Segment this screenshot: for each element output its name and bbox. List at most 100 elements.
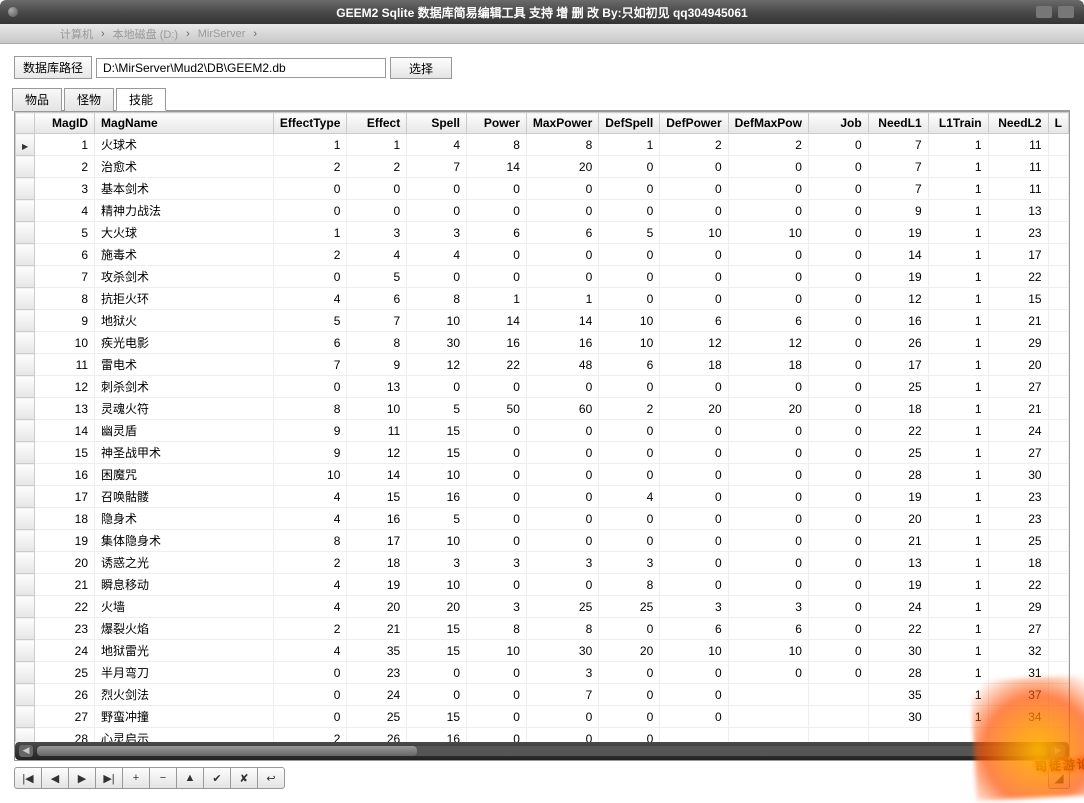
cell-power[interactable]: 0 bbox=[467, 486, 527, 508]
cell-defspell[interactable]: 0 bbox=[599, 156, 660, 178]
cell-maxpower[interactable]: 0 bbox=[526, 486, 598, 508]
cell-magid[interactable]: 20 bbox=[35, 552, 95, 574]
cell-effecttype[interactable]: 0 bbox=[273, 178, 346, 200]
table-row[interactable]: 15神圣战甲术9121500000025127 bbox=[16, 442, 1069, 464]
cell-effecttype[interactable]: 4 bbox=[273, 486, 346, 508]
cell-maxpower[interactable]: 20 bbox=[526, 156, 598, 178]
cell-defmaxpow[interactable] bbox=[728, 684, 808, 706]
cell-spell[interactable]: 3 bbox=[407, 552, 467, 574]
cell-defpower[interactable]: 10 bbox=[660, 222, 728, 244]
cell-defpower[interactable]: 0 bbox=[660, 662, 728, 684]
cell-spell[interactable]: 15 bbox=[407, 442, 467, 464]
cell-defspell[interactable]: 1 bbox=[599, 134, 660, 156]
cell-l1train[interactable]: 1 bbox=[928, 486, 988, 508]
cell-power[interactable]: 0 bbox=[467, 684, 527, 706]
row-indicator[interactable] bbox=[16, 288, 35, 310]
column-header-spell[interactable]: Spell bbox=[407, 113, 467, 134]
cell-needl1[interactable]: 26 bbox=[868, 332, 928, 354]
table-row[interactable]: 8抗拒火环46811000012115 bbox=[16, 288, 1069, 310]
column-header-needl1[interactable]: NeedL1 bbox=[868, 113, 928, 134]
cell-l[interactable] bbox=[1048, 574, 1068, 596]
cell-magname[interactable]: 精神力战法 bbox=[95, 200, 274, 222]
row-indicator[interactable] bbox=[16, 640, 35, 662]
scrollbar-thumb[interactable] bbox=[37, 746, 417, 756]
cell-magname[interactable]: 施毒术 bbox=[95, 244, 274, 266]
cell-spell[interactable]: 16 bbox=[407, 486, 467, 508]
cell-l1train[interactable]: 1 bbox=[928, 420, 988, 442]
cell-power[interactable]: 0 bbox=[467, 574, 527, 596]
cell-power[interactable]: 3 bbox=[467, 596, 527, 618]
cell-magid[interactable]: 5 bbox=[35, 222, 95, 244]
cell-defmaxpow[interactable]: 0 bbox=[728, 376, 808, 398]
cell-effecttype[interactable]: 10 bbox=[273, 464, 346, 486]
cell-needl1[interactable]: 19 bbox=[868, 574, 928, 596]
cell-defmaxpow[interactable]: 0 bbox=[728, 442, 808, 464]
cell-effecttype[interactable]: 4 bbox=[273, 288, 346, 310]
cell-job[interactable]: 0 bbox=[808, 178, 868, 200]
cell-effecttype[interactable]: 0 bbox=[273, 266, 346, 288]
cell-needl2[interactable]: 23 bbox=[988, 486, 1048, 508]
cell-l[interactable] bbox=[1048, 486, 1068, 508]
table-row[interactable]: 13灵魂火符8105506022020018121 bbox=[16, 398, 1069, 420]
table-row[interactable]: 7攻杀剑术05000000019122 bbox=[16, 266, 1069, 288]
cell-job[interactable]: 0 bbox=[808, 244, 868, 266]
cell-defmaxpow[interactable]: 0 bbox=[728, 420, 808, 442]
cell-needl1[interactable]: 19 bbox=[868, 266, 928, 288]
cell-needl1[interactable]: 16 bbox=[868, 310, 928, 332]
cell-magname[interactable]: 野蛮冲撞 bbox=[95, 706, 274, 728]
cell-needl1[interactable]: 12 bbox=[868, 288, 928, 310]
cell-magname[interactable]: 地狱火 bbox=[95, 310, 274, 332]
cell-spell[interactable]: 12 bbox=[407, 354, 467, 376]
cell-job[interactable]: 0 bbox=[808, 398, 868, 420]
cell-needl1[interactable]: 7 bbox=[868, 178, 928, 200]
cell-defmaxpow[interactable]: 3 bbox=[728, 596, 808, 618]
table-row[interactable]: 12刺杀剑术013000000025127 bbox=[16, 376, 1069, 398]
cell-effecttype[interactable]: 2 bbox=[273, 244, 346, 266]
cell-magid[interactable]: 23 bbox=[35, 618, 95, 640]
cell-magname[interactable]: 神圣战甲术 bbox=[95, 442, 274, 464]
cell-magid[interactable]: 4 bbox=[35, 200, 95, 222]
cell-l1train[interactable]: 1 bbox=[928, 530, 988, 552]
cell-defpower[interactable]: 0 bbox=[660, 442, 728, 464]
cell-maxpower[interactable]: 8 bbox=[526, 618, 598, 640]
cell-effecttype[interactable]: 1 bbox=[273, 222, 346, 244]
cell-maxpower[interactable]: 48 bbox=[526, 354, 598, 376]
cell-defpower[interactable]: 0 bbox=[660, 420, 728, 442]
cell-spell[interactable]: 16 bbox=[407, 728, 467, 743]
cell-l[interactable] bbox=[1048, 706, 1068, 728]
table-row[interactable]: 6施毒术24400000014117 bbox=[16, 244, 1069, 266]
cell-l1train[interactable]: 1 bbox=[928, 442, 988, 464]
cell-power[interactable]: 6 bbox=[467, 222, 527, 244]
cell-defpower[interactable]: 12 bbox=[660, 332, 728, 354]
cell-l[interactable] bbox=[1048, 376, 1068, 398]
cell-magid[interactable]: 7 bbox=[35, 266, 95, 288]
cell-power[interactable]: 0 bbox=[467, 376, 527, 398]
column-header-job[interactable]: Job bbox=[808, 113, 868, 134]
row-indicator[interactable] bbox=[16, 662, 35, 684]
cell-job[interactable]: 0 bbox=[808, 618, 868, 640]
cell-defpower[interactable]: 0 bbox=[660, 530, 728, 552]
cell-spell[interactable]: 15 bbox=[407, 640, 467, 662]
cell-maxpower[interactable]: 0 bbox=[526, 420, 598, 442]
cell-l1train[interactable]: 1 bbox=[928, 706, 988, 728]
cell-effecttype[interactable]: 2 bbox=[273, 728, 346, 743]
cell-spell[interactable]: 0 bbox=[407, 376, 467, 398]
cell-l[interactable] bbox=[1048, 508, 1068, 530]
cell-defpower[interactable]: 6 bbox=[660, 310, 728, 332]
cell-l[interactable] bbox=[1048, 244, 1068, 266]
cell-l[interactable] bbox=[1048, 134, 1068, 156]
cell-job[interactable]: 0 bbox=[808, 354, 868, 376]
cell-maxpower[interactable]: 16 bbox=[526, 332, 598, 354]
cell-magid[interactable]: 21 bbox=[35, 574, 95, 596]
cell-spell[interactable]: 0 bbox=[407, 178, 467, 200]
cell-job[interactable]: 0 bbox=[808, 464, 868, 486]
cell-l1train[interactable]: 1 bbox=[928, 596, 988, 618]
cell-power[interactable]: 8 bbox=[467, 134, 527, 156]
cell-l[interactable] bbox=[1048, 354, 1068, 376]
cell-magid[interactable]: 16 bbox=[35, 464, 95, 486]
cell-maxpower[interactable]: 3 bbox=[526, 552, 598, 574]
cell-l[interactable] bbox=[1048, 662, 1068, 684]
cell-maxpower[interactable]: 60 bbox=[526, 398, 598, 420]
cell-l[interactable] bbox=[1048, 288, 1068, 310]
maximize-button[interactable] bbox=[1058, 6, 1074, 18]
